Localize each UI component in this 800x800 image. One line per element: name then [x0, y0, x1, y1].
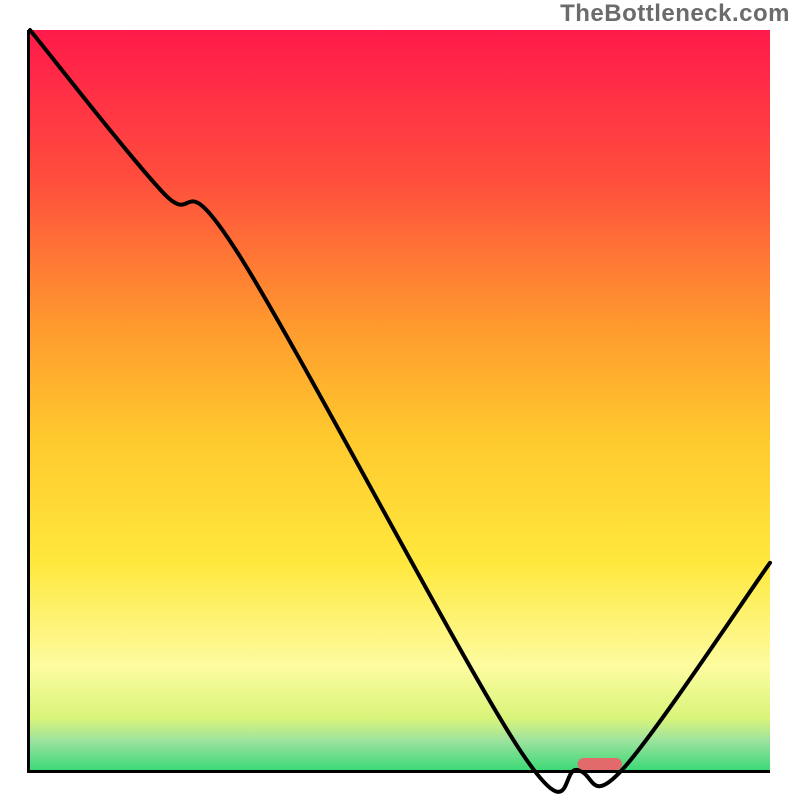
bottleneck-curve	[30, 30, 770, 792]
watermark-text: TheBottleneck.com	[560, 0, 790, 28]
axis-bottom	[30, 770, 770, 773]
chart-stage: TheBottleneck.com	[0, 0, 800, 800]
optimal-marker	[578, 758, 622, 770]
axis-left	[27, 30, 30, 773]
chart-overlay	[30, 30, 770, 770]
